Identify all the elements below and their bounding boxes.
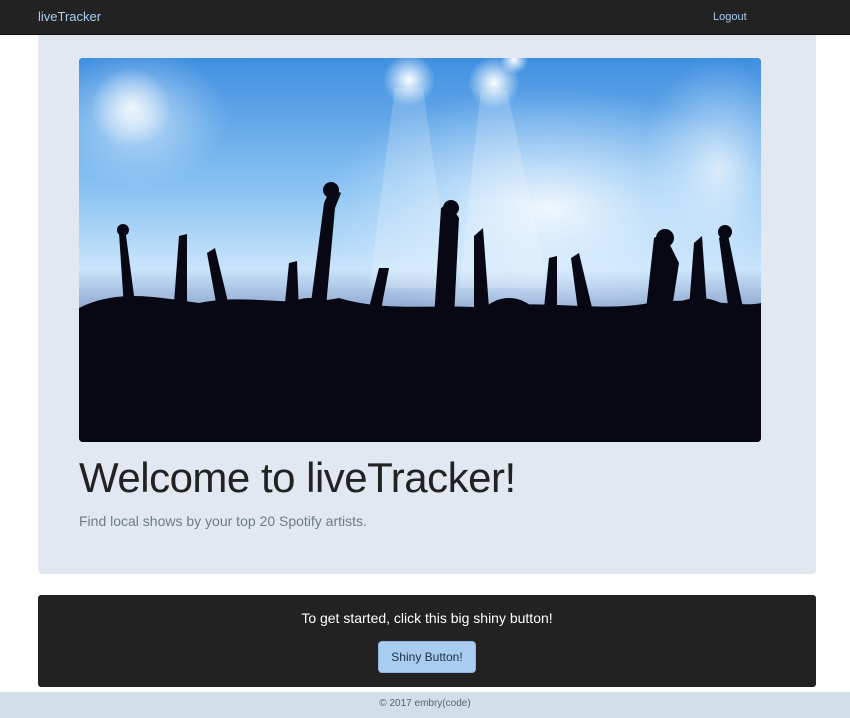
copyright-text: © 2017 embry(code)	[379, 698, 471, 709]
get-started-text: To get started, click this big shiny but…	[301, 610, 553, 626]
jumbotron: Welcome to liveTracker! Find local shows…	[38, 35, 816, 574]
welcome-heading: Welcome to liveTracker!	[79, 454, 516, 501]
footer: © 2017 embry(code)	[0, 692, 850, 718]
logout-link[interactable]: Logout	[713, 11, 747, 23]
shiny-button[interactable]: Shiny Button!	[378, 641, 476, 673]
tagline-text: Find local shows by your top 20 Spotify …	[79, 513, 367, 529]
concert-crowd-image	[79, 58, 761, 442]
brand-link[interactable]: liveTracker	[38, 9, 101, 24]
top-navbar: liveTracker Logout	[0, 0, 850, 35]
get-started-panel: To get started, click this big shiny but…	[38, 595, 816, 687]
